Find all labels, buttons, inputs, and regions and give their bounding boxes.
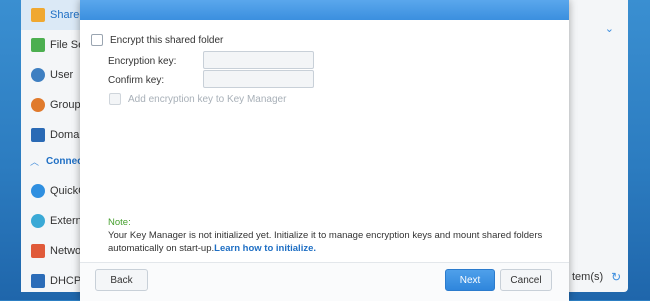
sidebar-item-label: Netwo xyxy=(50,245,81,257)
domain-icon xyxy=(31,128,45,142)
sidebar-item-label: User xyxy=(50,69,74,81)
quickconnect-icon xyxy=(31,184,45,198)
background-footer: tem(s) ↻ xyxy=(568,262,628,292)
note-block: Note: Your Key Manager is not initialize… xyxy=(108,216,558,255)
learn-how-link[interactable]: Learn how to initialize. xyxy=(214,243,316,254)
item-count: tem(s) xyxy=(572,271,604,283)
encryption-key-label: Encryption key: xyxy=(108,56,177,67)
next-button[interactable]: Next xyxy=(445,269,495,291)
sidebar-item-file-services[interactable]: File Se xyxy=(21,30,81,60)
sidebar-item-label: Shared xyxy=(50,9,81,21)
group-icon xyxy=(31,98,45,112)
shared-folder-icon xyxy=(31,8,45,22)
key-manager-label: Add encryption key to Key Manager xyxy=(128,93,287,105)
confirm-key-input[interactable] xyxy=(203,70,314,88)
encrypt-folder-checkbox[interactable] xyxy=(91,34,103,46)
network-icon xyxy=(31,244,45,258)
sidebar-item-group[interactable]: Group xyxy=(21,90,81,120)
user-icon xyxy=(31,68,45,82)
key-manager-option[interactable]: Add encryption key to Key Manager xyxy=(109,93,286,105)
note-title: Note: xyxy=(108,217,131,228)
cancel-button[interactable]: Cancel xyxy=(500,269,552,291)
chevron-up-icon: ︿ xyxy=(30,156,40,167)
sidebar-item-label: QuickC xyxy=(50,185,81,197)
chevron-down-icon[interactable]: ⌄ xyxy=(605,22,614,35)
confirm-key-label: Confirm key: xyxy=(108,75,165,86)
dhcp-server-icon xyxy=(31,274,45,288)
encrypt-folder-label: Encrypt this shared folder xyxy=(110,34,224,46)
sidebar-item-network[interactable]: Netwo xyxy=(21,236,81,266)
refresh-icon[interactable]: ↻ xyxy=(611,270,621,284)
dialog-footer: Back Next Cancel xyxy=(80,262,569,301)
external-access-icon xyxy=(31,214,45,228)
file-services-icon xyxy=(31,38,45,52)
sidebar-item-shared-folder[interactable]: Shared xyxy=(21,0,81,30)
key-manager-checkbox[interactable] xyxy=(109,93,121,105)
sidebar-item-label: DHCP S xyxy=(50,275,81,287)
sidebar-item-quickconnect[interactable]: QuickC xyxy=(21,176,81,206)
sidebar-section-connectivity[interactable]: ︿ Connect xyxy=(21,150,81,172)
control-panel-sidebar: Shared File Se User Group Domai ︿ Connec… xyxy=(21,0,81,292)
sidebar-item-label: File Se xyxy=(50,39,81,51)
encryption-key-input[interactable] xyxy=(203,51,314,69)
sidebar-item-dhcp-server[interactable]: DHCP S xyxy=(21,266,81,296)
sidebar-section-label: Connect xyxy=(46,155,81,167)
sidebar-item-label: Extern xyxy=(50,215,81,227)
encryption-dialog: Encrypt this shared folder Encryption ke… xyxy=(80,0,569,301)
sidebar-item-label: Domai xyxy=(50,129,81,141)
encrypt-folder-option[interactable]: Encrypt this shared folder xyxy=(91,34,223,46)
dialog-header xyxy=(80,0,569,20)
note-text: Your Key Manager is not initialized yet.… xyxy=(108,230,543,254)
sidebar-item-label: Group xyxy=(50,99,81,111)
sidebar-item-domain[interactable]: Domai xyxy=(21,120,81,150)
back-button[interactable]: Back xyxy=(95,269,148,291)
sidebar-item-user[interactable]: User xyxy=(21,60,81,90)
sidebar-item-external-access[interactable]: Extern xyxy=(21,206,81,236)
